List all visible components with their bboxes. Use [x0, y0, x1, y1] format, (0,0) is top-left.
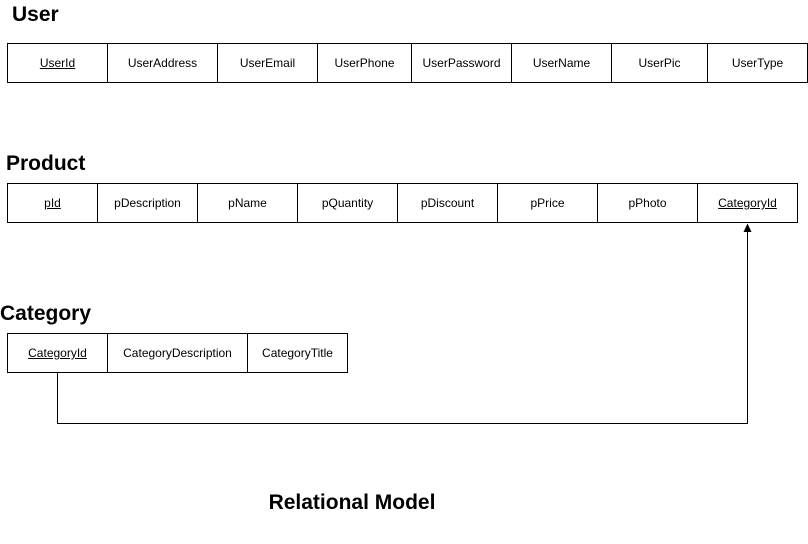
relationship-line — [57, 232, 748, 424]
relationship-connector — [57, 223, 752, 424]
relationship-arrowhead — [743, 223, 752, 232]
diagram-caption: Relational Model — [268, 491, 436, 514]
